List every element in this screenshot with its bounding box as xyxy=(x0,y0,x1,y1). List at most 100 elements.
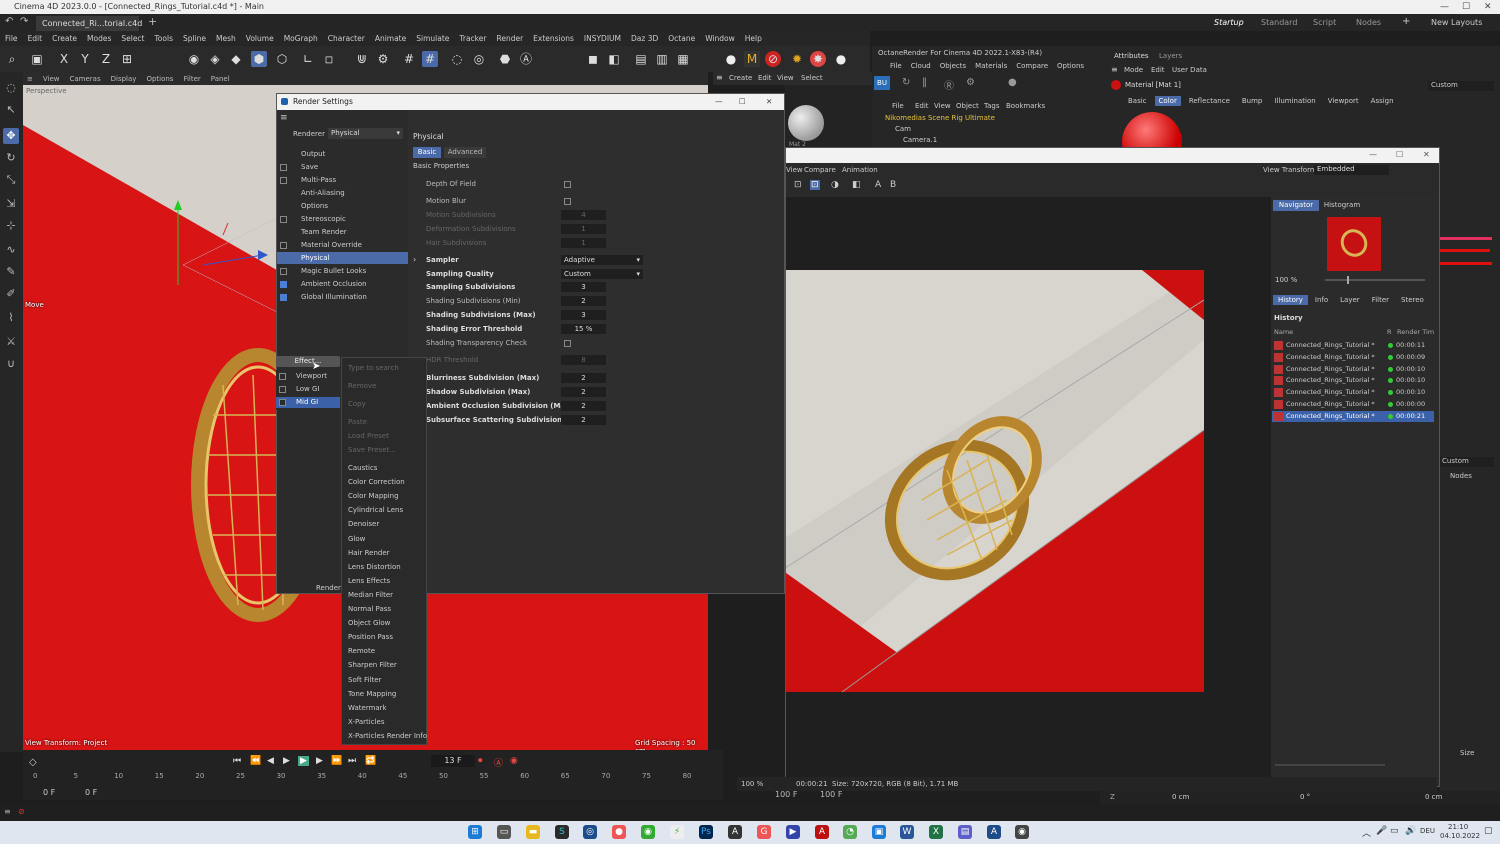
spline-icon[interactable]: ∿ xyxy=(3,242,19,258)
rs-item-checkbox[interactable] xyxy=(280,242,287,249)
pv-menu-view[interactable]: View xyxy=(786,166,803,174)
object-scene-rig[interactable]: Nikomedias Scene Rig Ultimate xyxy=(885,114,995,122)
ctx-item-lens-distortion[interactable]: Lens Distortion xyxy=(348,563,401,571)
octane-menu-file[interactable]: File xyxy=(890,62,902,70)
tray-language[interactable]: DEU xyxy=(1420,827,1435,835)
prop-value-field[interactable]: 2 xyxy=(561,415,606,425)
attr-tab-assign[interactable]: Assign xyxy=(1367,96,1398,106)
end-frame-a[interactable]: 100 F xyxy=(775,790,797,799)
search-icon[interactable]: ⌕ xyxy=(4,51,20,67)
timeline-ruler[interactable]: 0 5 10 15 20 25 30 35 40 45 50 55 60 65 70 75 80 xyxy=(33,772,723,784)
brush-icon[interactable]: ⌇ xyxy=(3,310,19,326)
selection-icon[interactable]: ↖ xyxy=(3,102,19,118)
objects-menu-object[interactable]: Object xyxy=(956,102,979,110)
object-camera-1[interactable]: Camera.1 xyxy=(903,136,937,144)
menu-daz-3d[interactable]: Daz 3D xyxy=(631,34,658,43)
hist-tab-info[interactable]: Info xyxy=(1310,295,1333,305)
pv-region-icon[interactable]: ⊡ xyxy=(810,180,820,190)
right-custom-select[interactable]: Custom xyxy=(1440,457,1494,467)
model-mode-icon[interactable]: ◉ xyxy=(186,51,202,67)
render-icon[interactable]: Ⓡ xyxy=(944,77,954,92)
record-icon[interactable]: ⏺ xyxy=(478,756,483,766)
attr-tab-bump[interactable]: Bump xyxy=(1238,96,1267,106)
octane-menu-materials[interactable]: Materials xyxy=(975,62,1007,70)
rs-hamburger-icon[interactable]: ≡ xyxy=(280,113,288,123)
vp-menu-options[interactable]: Options xyxy=(146,75,173,83)
rs-item-magic-bullet-looks[interactable]: Magic Bullet Looks xyxy=(277,265,408,277)
rs-minimize-button[interactable]: — xyxy=(715,94,723,110)
ctx-item-cylindrical-lens[interactable]: Cylindrical Lens xyxy=(348,506,403,514)
mic-icon[interactable]: 🎤 xyxy=(1376,826,1387,836)
prop-checkbox[interactable] xyxy=(564,340,571,347)
menu-tracker[interactable]: Tracker xyxy=(459,34,486,43)
uv-mode-icon[interactable]: ⬡ xyxy=(274,51,290,67)
photoshop-icon[interactable]: Ps xyxy=(699,825,713,839)
network-icon[interactable]: ▭ xyxy=(1390,826,1399,836)
pv-minimize-button[interactable]: — xyxy=(1369,150,1377,159)
status-menu-icon[interactable]: ≡ xyxy=(4,807,11,816)
chrome-icon[interactable]: ◉ xyxy=(641,825,655,839)
rs-item-checkbox[interactable] xyxy=(280,281,287,288)
firefox-icon[interactable]: ● xyxy=(612,825,626,839)
vp-menu-view[interactable]: View xyxy=(43,75,60,83)
rs-item-checkbox[interactable] xyxy=(280,177,287,184)
layout-standard[interactable]: Standard xyxy=(1261,18,1297,27)
rotate-tool-icon[interactable]: ↻ xyxy=(3,150,19,166)
effect-button[interactable]: Effect... xyxy=(276,356,340,367)
mm-hamburger-icon[interactable]: ≡ xyxy=(716,73,723,82)
app-s-icon[interactable]: S xyxy=(555,825,569,839)
hist-tab-stereo[interactable]: Stereo xyxy=(1396,295,1429,305)
tab-layers[interactable]: Layers xyxy=(1159,52,1182,60)
preset-viewport[interactable]: Viewport xyxy=(276,371,340,382)
color-slider-red[interactable] xyxy=(1440,249,1490,252)
menu-animate[interactable]: Animate xyxy=(375,34,406,43)
pv-b-icon[interactable]: B xyxy=(890,180,896,190)
ctx-item-soft-filter[interactable]: Soft Filter xyxy=(348,676,381,684)
notification-icon[interactable]: ▢ xyxy=(1484,826,1493,836)
mm-menu-edit[interactable]: Edit xyxy=(758,74,772,82)
prop-select[interactable]: Custom ▾ xyxy=(561,269,643,279)
rs-item-global-illumination[interactable]: Global Illumination xyxy=(277,291,408,303)
pv-a-icon[interactable]: A xyxy=(875,180,881,190)
mm-menu-create[interactable]: Create xyxy=(729,74,752,82)
rs-item-output[interactable]: Output xyxy=(277,148,408,160)
scale-tool-icon[interactable]: ⤡ xyxy=(3,172,19,188)
keyframe-add-icon[interactable]: ◉ xyxy=(510,756,518,766)
menu-edit[interactable]: Edit xyxy=(28,34,43,43)
rs-item-save[interactable]: Save xyxy=(277,161,408,173)
render-settings-icon[interactable]: ▦ xyxy=(675,51,691,67)
color-slider-red-2[interactable] xyxy=(1440,262,1492,265)
loop-icon[interactable]: 🔁 xyxy=(365,756,376,766)
hist-tab-filter[interactable]: Filter xyxy=(1367,295,1394,305)
coordinate-system-icon[interactable]: ⊞ xyxy=(119,51,135,67)
nodes-button[interactable]: Nodes xyxy=(1450,472,1472,480)
app-g-icon[interactable]: G xyxy=(757,825,771,839)
menu-render[interactable]: Render xyxy=(496,34,523,43)
layout-nodes[interactable]: Nodes xyxy=(1356,18,1381,27)
rs-item-material-override[interactable]: Material Override xyxy=(277,239,408,251)
menu-extensions[interactable]: Extensions xyxy=(533,34,574,43)
explorer-icon[interactable]: ▬ xyxy=(526,825,540,839)
task-view-icon[interactable]: ▭ xyxy=(497,825,511,839)
preset-checkbox[interactable] xyxy=(279,399,286,406)
plugin-star-icon[interactable]: ✹ xyxy=(789,51,805,67)
history-row[interactable]: Connected_Rings_Tutorial * 00:00:21 xyxy=(1272,410,1434,422)
preset-low-gi[interactable]: Low GI xyxy=(276,384,340,395)
rs-maximize-button[interactable]: ☐ xyxy=(739,94,746,110)
renderer-select[interactable]: Physical ▾ xyxy=(328,128,403,139)
prop-value-field[interactable]: 2 xyxy=(561,387,606,397)
menu-character[interactable]: Character xyxy=(328,34,365,43)
tab-basic[interactable]: Basic xyxy=(413,147,441,158)
point-mode-icon[interactable]: ◽ xyxy=(321,51,337,67)
settings-icon[interactable]: ⚙ xyxy=(966,77,975,88)
pv-close-button[interactable]: ✕ xyxy=(1423,150,1430,159)
start-icon[interactable]: ⊞ xyxy=(468,825,482,839)
play-icon[interactable]: ▶ xyxy=(283,756,290,766)
acrobat-icon[interactable]: A xyxy=(815,825,829,839)
polygon-mode-icon[interactable]: ◆ xyxy=(228,51,244,67)
menu-octane[interactable]: Octane xyxy=(668,34,695,43)
paint-icon[interactable]: ✐ xyxy=(3,286,19,302)
ctx-item-color-correction[interactable]: Color Correction xyxy=(348,478,405,486)
preset-checkbox[interactable] xyxy=(279,373,286,380)
history-row[interactable]: Connected_Rings_Tutorial * 00:00:11 xyxy=(1272,340,1434,351)
